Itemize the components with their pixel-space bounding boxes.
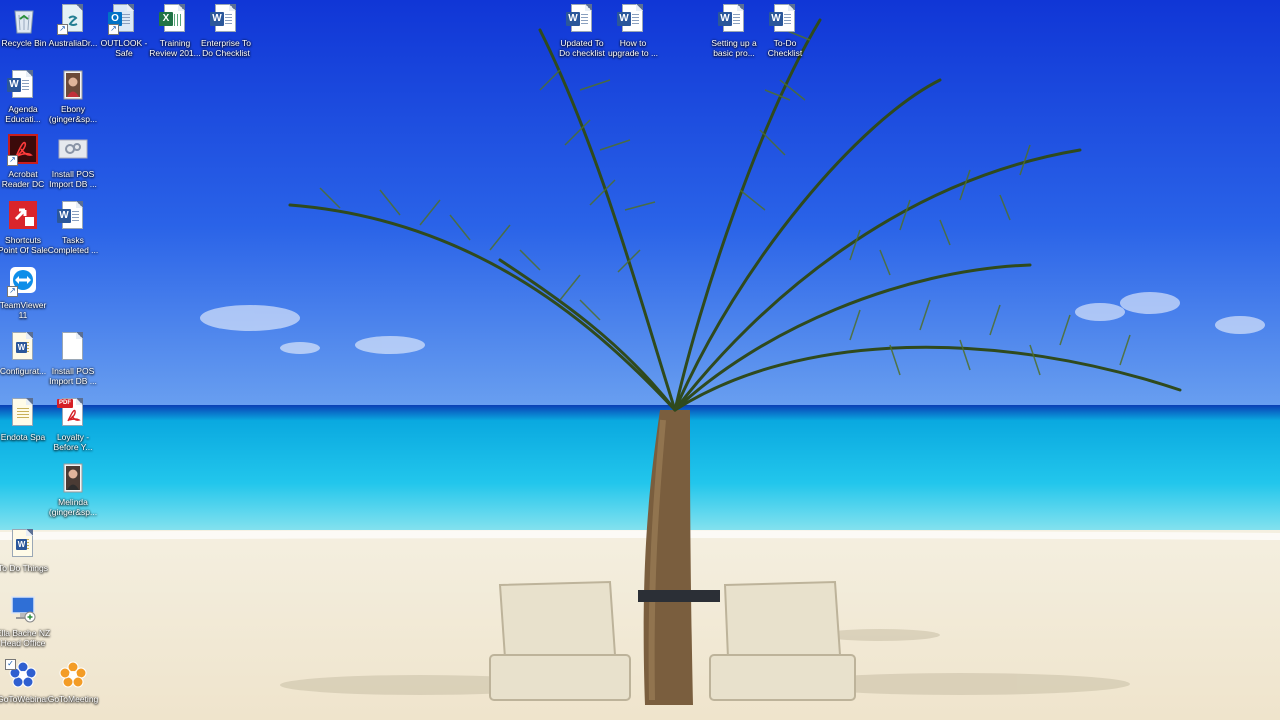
- config-file-icon: W: [7, 331, 39, 363]
- icon-label: Install POS Import DB ...: [49, 366, 97, 386]
- icon-label: Ebony (ginger&sp...: [48, 104, 98, 124]
- desktop-icon-teamviewer[interactable]: ↗ TeamViewer 11: [0, 265, 50, 320]
- word-document-icon: W: [210, 3, 242, 35]
- desktop-icon-ebony[interactable]: Ebony (ginger&sp...: [46, 69, 100, 124]
- icon-label: To-Do Checklist: [767, 38, 803, 58]
- shortcut-app-icon: ↗: [57, 3, 89, 35]
- desktop-icon-outlook-safe[interactable]: O ↗ OUTLOOK - Safe: [97, 3, 151, 58]
- blank-document-icon: [57, 331, 89, 363]
- acrobat-icon: ↗: [7, 134, 39, 166]
- icon-label: Melinda (ginger&sp...: [48, 497, 98, 517]
- icon-label: GoToMeeting: [47, 694, 99, 704]
- icon-label: Enterprise To Do Checklist: [201, 38, 251, 58]
- desktop-icon-australiadr[interactable]: ↗ AustraliaDr...: [46, 3, 100, 48]
- desktop-icon-training-review[interactable]: X Training Review 201...: [148, 3, 202, 58]
- desktop-icon-to-do-things[interactable]: W To Do Things: [0, 528, 50, 573]
- icon-label: TeamViewer 11: [0, 300, 47, 320]
- desktop-icon-how-to-upgrade[interactable]: W How to upgrade to ...: [606, 3, 660, 58]
- desktop-wallpaper: [0, 0, 1280, 720]
- config-file-icon: W: [7, 528, 39, 560]
- word-document-icon: W: [718, 3, 750, 35]
- icon-label: Install POS Import DB ...: [49, 169, 97, 189]
- desktop-icon-loyalty[interactable]: PDF Loyalty - Before Y...: [46, 397, 100, 452]
- photo-icon: [57, 462, 89, 494]
- word-document-icon: W: [7, 69, 39, 101]
- installer-icon: [57, 134, 89, 166]
- desktop-icon-ella-bache[interactable]: Ella Bache NZ Head Office: [0, 593, 50, 648]
- icon-label: Tasks Completed ...: [47, 235, 99, 255]
- teamviewer-icon: ↗: [7, 265, 39, 297]
- desktop-icon-enterprise-todo[interactable]: W Enterprise To Do Checklist: [199, 3, 253, 58]
- desktop-icon-tasks-completed[interactable]: W Tasks Completed ...: [46, 200, 100, 255]
- word-document-icon: W: [617, 3, 649, 35]
- desktop-icon-install-pos-2[interactable]: Install POS Import DB ...: [46, 331, 100, 386]
- remote-desktop-icon: [7, 593, 39, 625]
- outlook-icon: O ↗: [108, 3, 140, 35]
- excel-document-icon: X: [159, 3, 191, 35]
- gotomeeting-icon: [57, 659, 89, 691]
- desktop-icon-melinda[interactable]: Melinda (ginger&sp...: [46, 462, 100, 517]
- desktop-icon-setting-up[interactable]: W Setting up a basic pro...: [707, 3, 761, 58]
- desktop-icon-install-pos-1[interactable]: Install POS Import DB ...: [46, 134, 100, 189]
- word-document-icon: W: [769, 3, 801, 35]
- icon-label: Loyalty - Before Y...: [53, 432, 93, 452]
- photo-icon: [57, 69, 89, 101]
- word-document-icon: W: [566, 3, 598, 35]
- desktop-icon-todo-checklist[interactable]: W To-Do Checklist: [758, 3, 812, 58]
- shortcuts-icon: [7, 200, 39, 232]
- gotowebinar-icon: ✓: [5, 659, 39, 691]
- icon-label: How to upgrade to ...: [607, 38, 659, 58]
- recycle-bin-icon: [8, 3, 40, 35]
- icon-label: To Do Things: [0, 563, 48, 573]
- desktop-icon-updated-todo[interactable]: W Updated To Do checklist: [555, 3, 609, 58]
- config-file-icon: [7, 397, 39, 429]
- word-document-icon: W: [57, 200, 89, 232]
- pdf-document-icon: PDF: [57, 397, 89, 429]
- icon-label: Ella Bache NZ Head Office: [0, 628, 51, 648]
- desktop-icon-gotomeeting[interactable]: GoToMeeting: [46, 659, 100, 704]
